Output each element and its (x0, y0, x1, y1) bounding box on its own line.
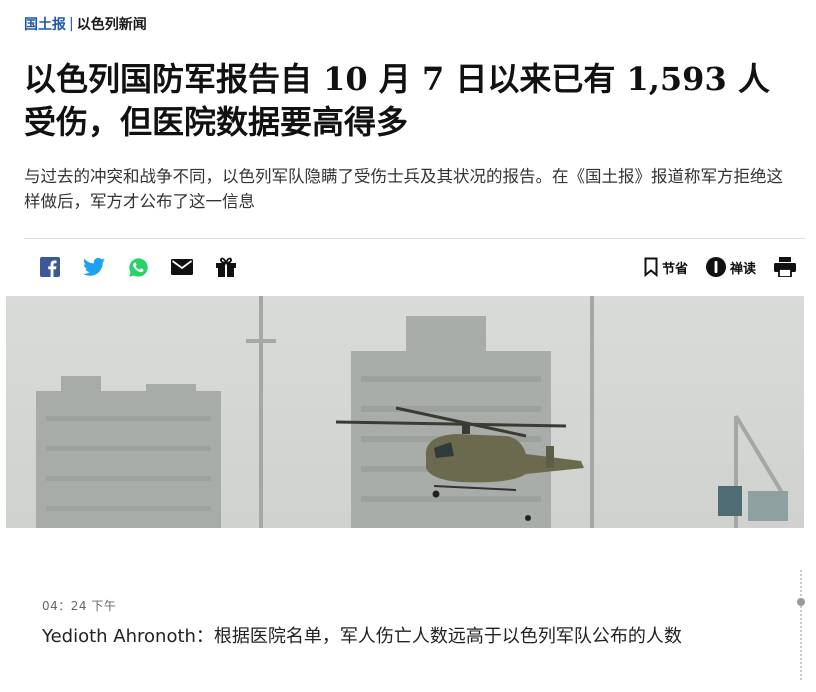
update-timestamp: 04：24 下午 (42, 599, 117, 613)
crane-cab (718, 486, 788, 521)
breadcrumb-brand-link[interactable]: 国土报 (24, 14, 66, 34)
reader-mode-button[interactable]: 禅读 (705, 257, 756, 277)
email-share-button[interactable] (170, 255, 194, 279)
gift-icon (216, 257, 236, 277)
live-timeline-dot (797, 598, 805, 606)
print-button[interactable] (774, 257, 796, 277)
bookmark-icon (644, 257, 658, 277)
reader-mode-label: 禅读 (729, 261, 756, 277)
update-headline[interactable]: Yedioth Ahronoth：根据医院名单，军人伤亡人数远高于以色列军队公布… (42, 624, 782, 650)
facebook-share-button[interactable] (38, 255, 62, 279)
article-tools: 节省 禅读 (644, 257, 806, 277)
article-toolbar: 节省 禅读 (24, 248, 806, 286)
whatsapp-share-button[interactable] (126, 255, 150, 279)
save-label: 节省 (661, 261, 688, 277)
save-article-button[interactable]: 节省 (644, 257, 688, 277)
facebook-icon (40, 257, 60, 277)
article-hero-image (6, 296, 804, 528)
breadcrumb-separator: | (69, 16, 74, 32)
gift-article-button[interactable] (214, 255, 238, 279)
whatsapp-icon (128, 257, 148, 277)
article-subheadline: 与过去的冲突和战争不同，以色列军队隐瞒了受伤士兵及其状况的报告。在《国土报》报道… (24, 167, 783, 211)
reader-info-icon (705, 257, 726, 277)
twitter-icon (83, 257, 105, 276)
background-building-left (36, 376, 221, 528)
breadcrumb: 国土报 | 以色列新闻 (24, 14, 147, 34)
live-timeline-line (800, 570, 802, 680)
twitter-share-button[interactable] (82, 255, 106, 279)
breadcrumb-section-link[interactable]: 以色列新闻 (77, 14, 147, 34)
email-icon (171, 259, 193, 275)
printer-icon (774, 257, 796, 277)
share-buttons (24, 255, 238, 279)
toolbar-divider (24, 238, 806, 239)
article-headline: 以色列国防军报告自 10 月 7 日以来已有 1,593 人受伤，但医院数据要高… (24, 60, 770, 141)
